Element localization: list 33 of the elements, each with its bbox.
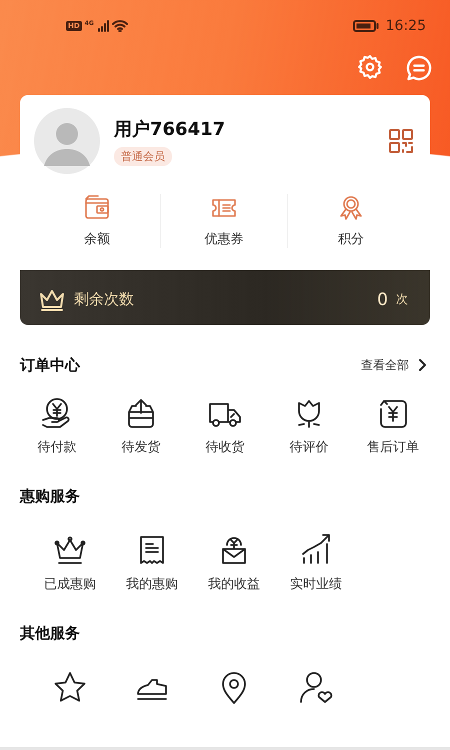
service-label[interactable]: 我的收益: [208, 575, 260, 593]
qr-code-icon[interactable]: [388, 128, 414, 154]
username: 用户766417: [114, 118, 226, 140]
user-heart-icon[interactable]: [298, 670, 334, 706]
message-icon[interactable]: [405, 54, 433, 82]
wifi-icon: [112, 20, 128, 32]
asset-label[interactable]: 优惠券: [204, 230, 244, 248]
crown-icon: [38, 288, 66, 312]
section-title: 订单中心: [20, 356, 80, 374]
asset-label[interactable]: 余额: [84, 230, 110, 248]
service-label[interactable]: 实时业绩: [290, 575, 342, 593]
service-label[interactable]: 待评价: [290, 438, 328, 456]
service-label[interactable]: 待发货: [122, 438, 160, 456]
service-label[interactable]: 待收货: [206, 438, 244, 456]
service-label[interactable]: 售后订单: [367, 438, 419, 456]
asset-label[interactable]: 积分: [338, 230, 364, 248]
wallet-icon[interactable]: [83, 194, 111, 222]
service-label[interactable]: 已成惠购: [44, 575, 96, 593]
avatar-icon: [34, 108, 100, 174]
remaining-label: 剩余次数: [74, 290, 134, 309]
member-badge: 普通会员: [114, 146, 172, 166]
signal-icon: [96, 20, 109, 32]
service-label[interactable]: 待付款: [38, 438, 76, 456]
chevron-right-icon: [417, 358, 427, 372]
view-all-link[interactable]: 查看全部: [361, 356, 430, 374]
count-unit: 次: [396, 291, 408, 308]
remaining-count: 0: [377, 290, 388, 310]
clock-time: 16:25: [386, 18, 426, 34]
section-title: 惠购服务: [20, 486, 80, 506]
battery-icon: [352, 19, 379, 33]
settings-icon[interactable]: [357, 54, 383, 80]
section-title: 其他服务: [20, 624, 80, 642]
service-label[interactable]: 我的惠购: [126, 575, 178, 593]
